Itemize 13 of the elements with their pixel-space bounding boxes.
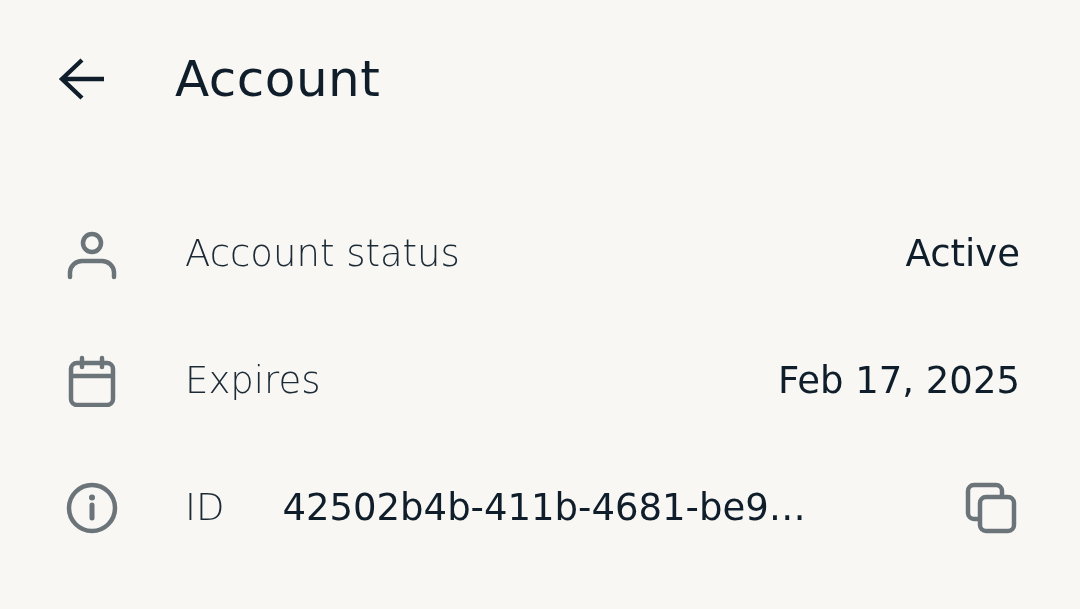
id-value: 42502b4b-411b-4681-be9… xyxy=(282,484,806,531)
copy-icon xyxy=(964,480,1018,535)
date-value: Feb 17, 2025 xyxy=(777,357,1020,404)
row-label: ID xyxy=(185,484,225,531)
back-button[interactable] xyxy=(58,57,106,101)
status-value: Active xyxy=(905,230,1020,277)
calendar-icon xyxy=(66,354,118,407)
info-icon xyxy=(66,481,118,534)
row-label: Account status xyxy=(185,230,460,277)
copy-button[interactable] xyxy=(964,480,1018,535)
back-arrow-icon xyxy=(58,57,106,101)
page-title: Account xyxy=(175,51,381,107)
row-label: Expires xyxy=(185,357,321,404)
